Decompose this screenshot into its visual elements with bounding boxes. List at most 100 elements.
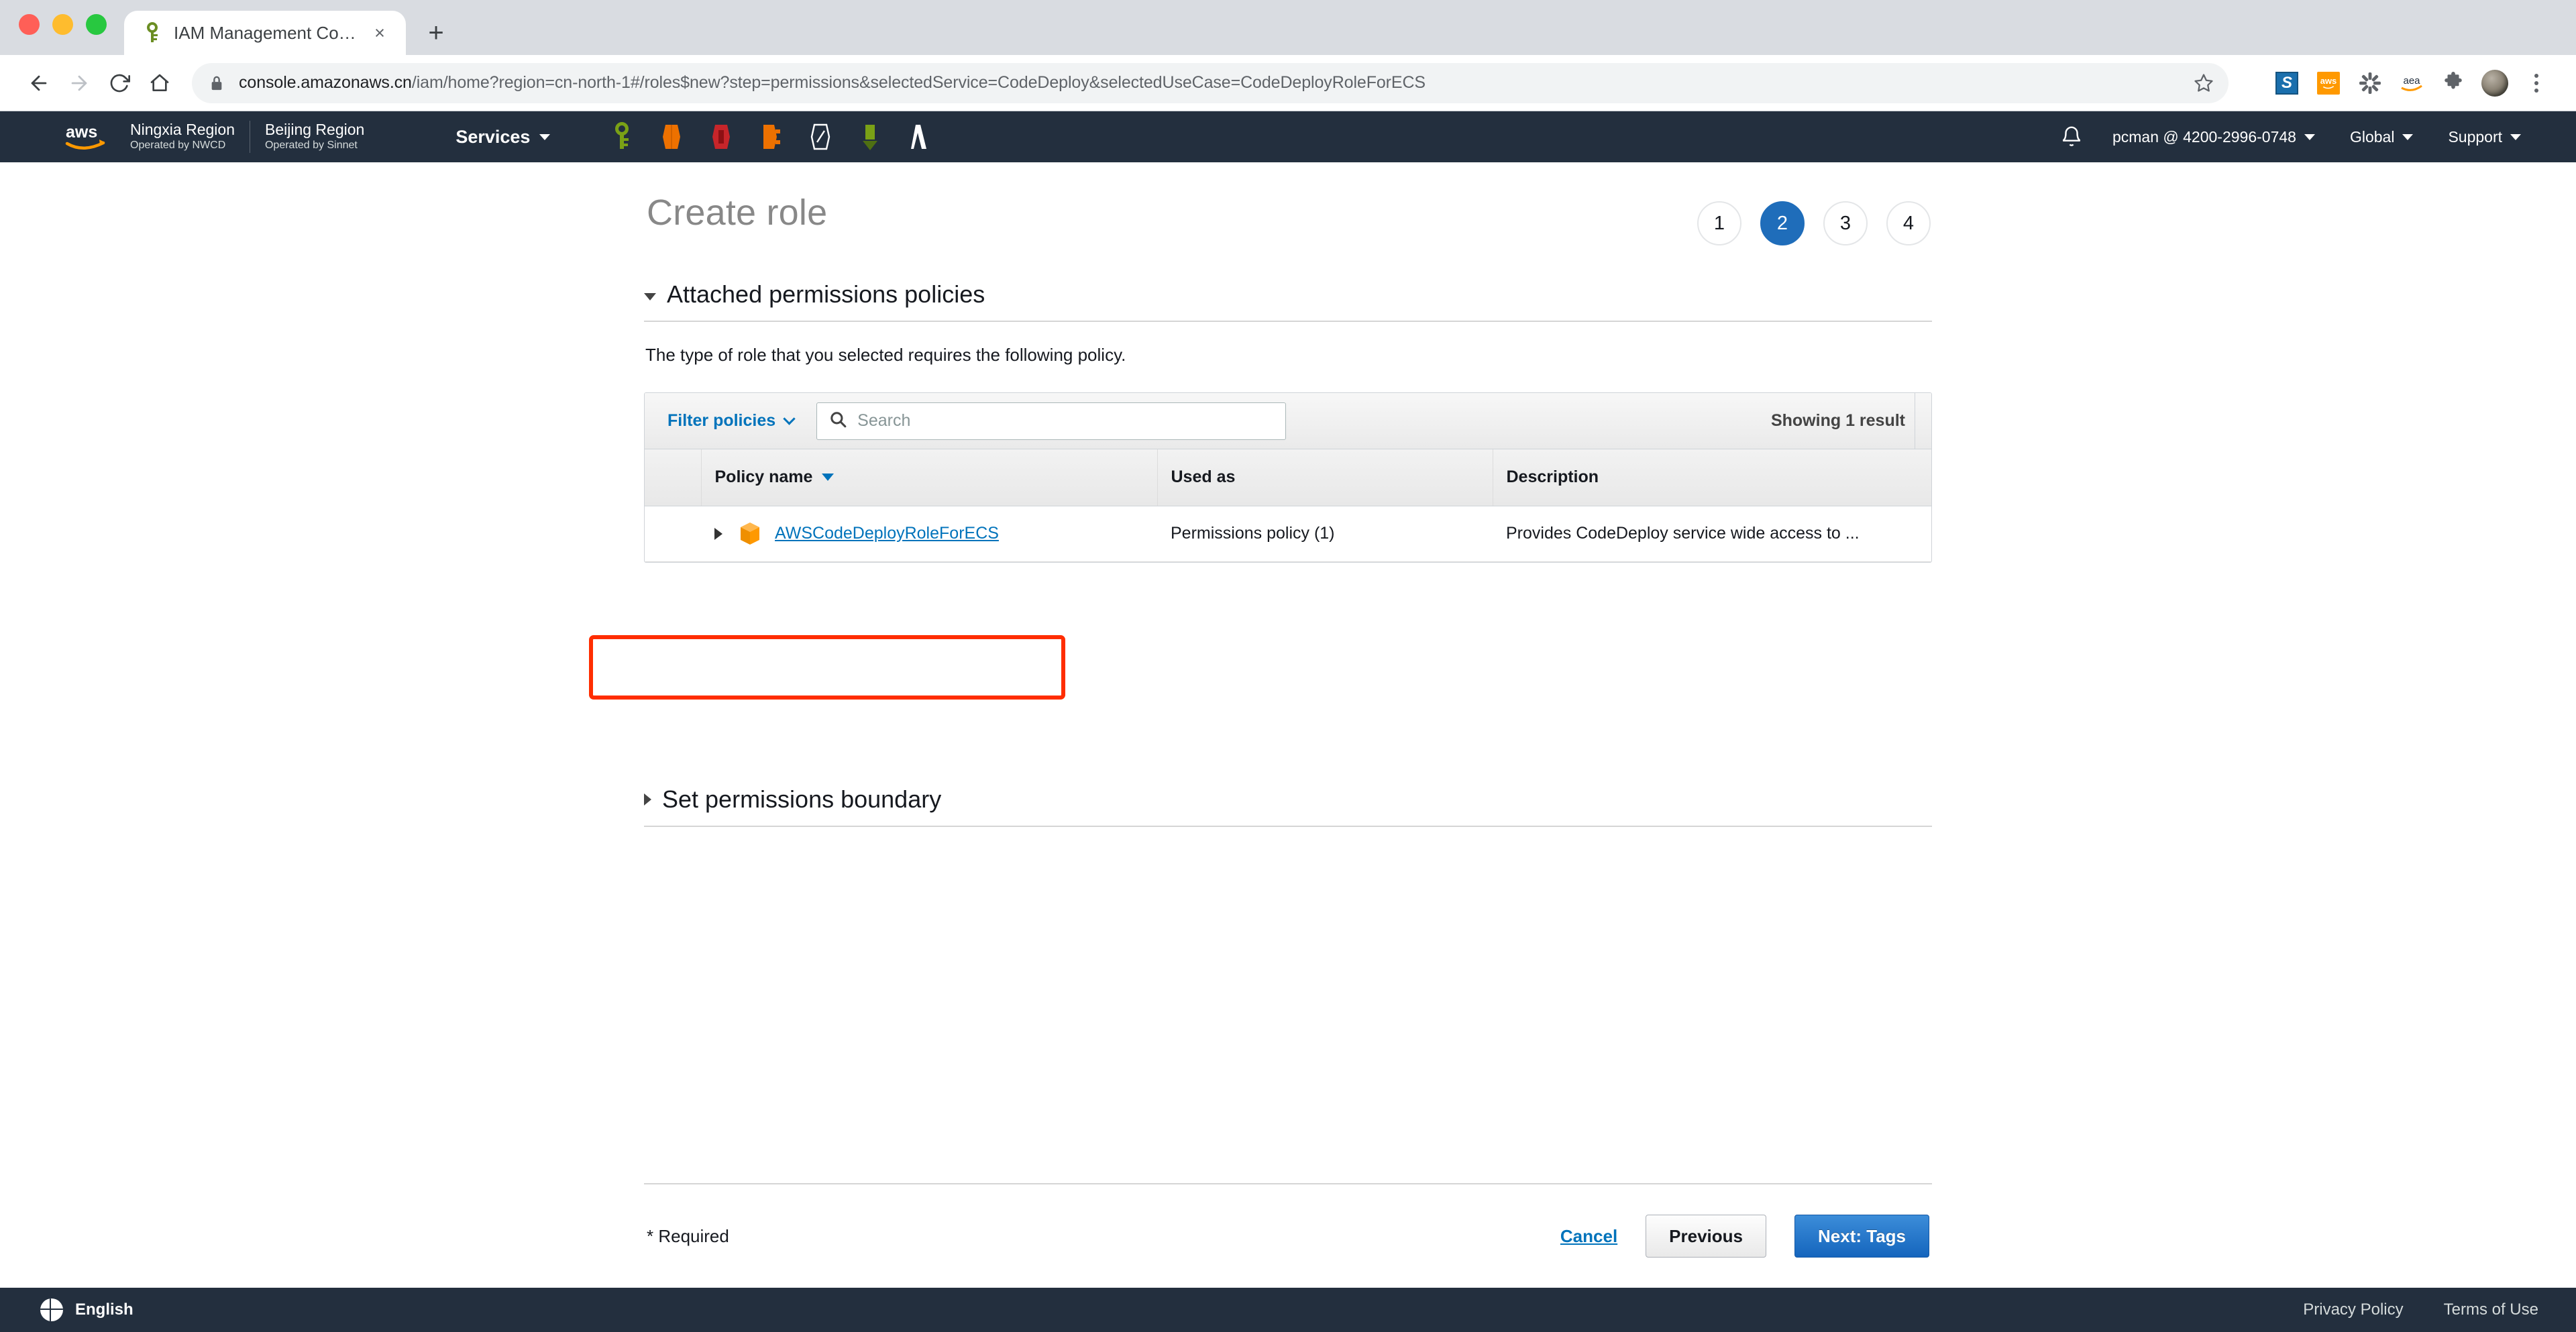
- boundary-title: Set permissions boundary: [662, 785, 942, 813]
- row-select-cell: [645, 506, 701, 562]
- action-buttons: Cancel Previous Next: Tags: [1560, 1215, 1929, 1258]
- svg-text:aea: aea: [2403, 75, 2420, 87]
- col-header-policy-name[interactable]: Policy name: [701, 449, 1158, 506]
- region-block: Ningxia Region Operated by NWCD Beijing …: [130, 120, 379, 154]
- step-3[interactable]: 3: [1823, 201, 1868, 245]
- used-as-cell: Permissions policy (1): [1157, 506, 1493, 562]
- chevron-down-icon: [783, 412, 796, 425]
- aea-icon[interactable]: aea: [2394, 65, 2430, 101]
- col-header-used-as: Used as: [1157, 449, 1493, 506]
- region-label: Global: [2349, 127, 2395, 146]
- policies-panel: Filter policies Showing 1 result: [644, 392, 1932, 563]
- page-title: Create role: [647, 192, 828, 233]
- section-description: The type of role that you selected requi…: [645, 345, 1126, 365]
- window-controls: [19, 14, 124, 55]
- next-tags-button[interactable]: Next: Tags: [1794, 1215, 1929, 1258]
- search-input[interactable]: [857, 411, 1274, 431]
- chevron-down-icon: [2510, 133, 2521, 140]
- address-bar[interactable]: console.amazonaws.cn/iam/home?region=cn-…: [192, 62, 2229, 103]
- lock-icon: [209, 74, 225, 92]
- database-icon[interactable]: [696, 118, 746, 156]
- filter-policies-label: Filter policies: [667, 411, 776, 430]
- sparkle-icon[interactable]: [2352, 65, 2388, 101]
- svg-text:aws: aws: [66, 123, 97, 142]
- region-name: Beijing Region: [264, 120, 365, 138]
- region-ningxia: Ningxia Region Operated by NWCD: [130, 121, 250, 153]
- aws-logo-region-block[interactable]: aws Ningxia Region Operated by NWCD Beij…: [64, 120, 379, 154]
- expand-policy-arrow-icon[interactable]: [714, 527, 722, 540]
- previous-button[interactable]: Previous: [1646, 1215, 1766, 1258]
- account-menu[interactable]: pcman @ 4200-2996-0748: [2095, 120, 2332, 154]
- language-selector[interactable]: English: [40, 1298, 133, 1321]
- tab-title: IAM Management Console: [174, 22, 358, 43]
- aws-logo[interactable]: aws: [64, 121, 119, 152]
- back-button[interactable]: [19, 63, 59, 103]
- globe-icon: [40, 1298, 63, 1321]
- aws-extension-icon[interactable]: aws: [2310, 65, 2347, 101]
- triangle-down-icon: [644, 292, 656, 300]
- profile-avatar[interactable]: [2477, 65, 2513, 101]
- region-operator: Operated by Sinnet: [264, 140, 358, 152]
- maximize-window-button[interactable]: [86, 14, 107, 35]
- reload-button[interactable]: [99, 63, 140, 103]
- account-label: pcman @ 4200-2996-0748: [2112, 127, 2296, 146]
- container-icon[interactable]: [746, 118, 796, 156]
- kebab-menu-icon[interactable]: [2518, 65, 2555, 101]
- col-header-description: Description: [1493, 449, 1931, 506]
- table-row[interactable]: AWSCodeDeployRoleForECS Permissions poli…: [645, 506, 1931, 562]
- attached-policies-section-header[interactable]: Attached permissions policies: [644, 280, 1932, 322]
- support-menu[interactable]: Support: [2430, 120, 2538, 154]
- url-text: console.amazonaws.cn/iam/home?region=cn-…: [239, 73, 1426, 93]
- footer-bar: English Privacy Policy Terms of Use: [0, 1288, 2576, 1332]
- step-1[interactable]: 1: [1697, 201, 1741, 245]
- step-indicator: 1 2 3 4: [1697, 192, 1932, 245]
- step-4[interactable]: 4: [1886, 201, 1931, 245]
- filter-policies-button[interactable]: Filter policies: [661, 411, 800, 431]
- col-header-policy-name-label: Policy name: [714, 467, 813, 487]
- bell-icon[interactable]: [2060, 124, 2083, 150]
- section-title: Attached permissions policies: [667, 280, 985, 308]
- terms-of-use-link[interactable]: Terms of Use: [2444, 1300, 2538, 1319]
- lambda-icon[interactable]: [895, 118, 945, 156]
- url-host: console.amazonaws.cn: [239, 73, 412, 92]
- storage-icon[interactable]: [796, 118, 845, 156]
- compute-icon[interactable]: [647, 118, 696, 156]
- cancel-link[interactable]: Cancel: [1560, 1226, 1617, 1247]
- privacy-policy-link[interactable]: Privacy Policy: [2303, 1300, 2403, 1319]
- service-shortcut-icons: [597, 118, 945, 156]
- nav-right-cluster: pcman @ 4200-2996-0748 Global Support: [2060, 120, 2576, 154]
- policies-table-body: AWSCodeDeployRoleForECS Permissions poli…: [645, 506, 1931, 562]
- triangle-right-icon: [644, 793, 651, 806]
- permissions-boundary-section-header[interactable]: Set permissions boundary: [644, 785, 1932, 827]
- bookmark-star-icon[interactable]: [2188, 68, 2219, 99]
- policy-name-link[interactable]: AWSCodeDeployRoleForECS: [775, 524, 999, 543]
- services-menu-button[interactable]: Services: [446, 120, 559, 154]
- policy-name-cell: AWSCodeDeployRoleForECS: [701, 506, 1157, 562]
- policies-table-head: Policy name Used as Description: [645, 449, 1931, 506]
- close-tab-button[interactable]: ×: [368, 21, 391, 44]
- policies-toolbar: Filter policies Showing 1 result: [645, 393, 1931, 449]
- table-header-row: Policy name Used as Description: [645, 449, 1931, 506]
- puzzle-extensions-icon[interactable]: [2435, 65, 2471, 101]
- iam-key-icon[interactable]: [597, 118, 647, 156]
- language-label: English: [75, 1300, 133, 1319]
- step-2[interactable]: 2: [1760, 201, 1805, 245]
- results-count: Showing 1 result: [1751, 393, 1915, 449]
- home-button[interactable]: [140, 63, 180, 103]
- footer-links: Privacy Policy Terms of Use: [2303, 1300, 2538, 1319]
- snagit-icon[interactable]: S: [2269, 65, 2305, 101]
- col-header-select: [645, 449, 702, 506]
- search-box[interactable]: [816, 402, 1287, 440]
- policy-cube-icon: [739, 521, 761, 547]
- close-window-button[interactable]: [19, 14, 40, 35]
- support-label: Support: [2448, 127, 2502, 146]
- region-beijing: Beijing Region Operated by Sinnet: [249, 120, 379, 154]
- page-header: Create role 1 2 3 4: [644, 192, 1932, 245]
- analytics-icon[interactable]: [845, 118, 895, 156]
- new-tab-button[interactable]: +: [415, 12, 457, 54]
- action-bar: * Required Cancel Previous Next: Tags: [0, 1183, 2576, 1288]
- minimize-window-button[interactable]: [52, 14, 73, 35]
- forward-button[interactable]: [59, 63, 99, 103]
- browser-tab[interactable]: IAM Management Console ×: [124, 11, 406, 55]
- region-menu[interactable]: Global: [2332, 120, 2430, 154]
